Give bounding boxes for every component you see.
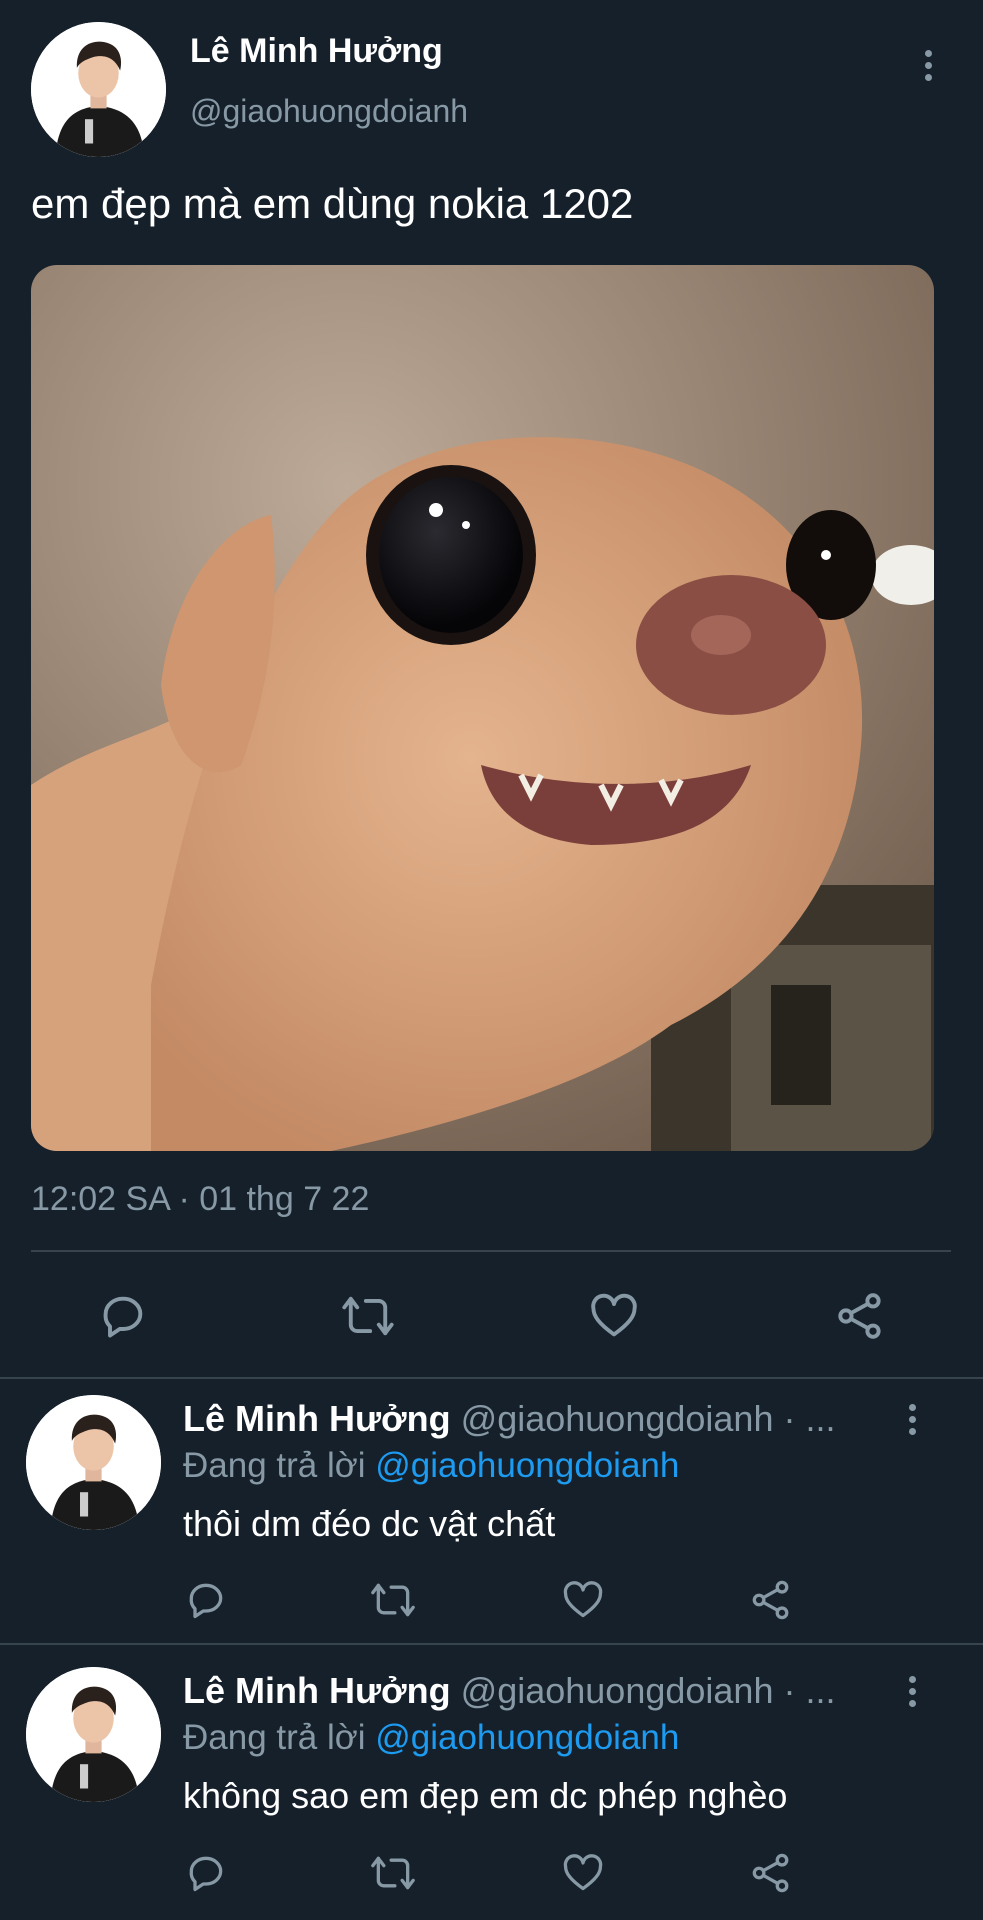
more-options-icon[interactable]: [906, 1404, 918, 1440]
reply-text: không sao em đẹp em dc phép nghèo: [183, 1775, 788, 1816]
more-options-icon[interactable]: [922, 50, 934, 86]
like-icon[interactable]: [561, 1578, 605, 1622]
reply-icon[interactable]: [184, 1578, 228, 1622]
author-handle[interactable]: @giaohuongdoianh: [190, 93, 468, 130]
author-name[interactable]: Lê Minh Hưởng: [183, 1670, 451, 1711]
like-icon[interactable]: [588, 1290, 640, 1342]
timestamp[interactable]: 12:02 SA · 01 thg 7 22: [31, 1180, 369, 1219]
replying-to-mention[interactable]: @giaohuongdoianh: [375, 1718, 679, 1757]
author-name[interactable]: Lê Minh Hưởng: [190, 32, 443, 71]
avatar[interactable]: [26, 1667, 161, 1802]
author-name[interactable]: Lê Minh Hưởng: [183, 1398, 451, 1439]
replying-to-label: Đang trả lời: [183, 1446, 366, 1485]
tweet-image[interactable]: [31, 265, 934, 1151]
avatar[interactable]: [26, 1395, 161, 1530]
section-divider: [0, 1643, 983, 1645]
share-icon[interactable]: [749, 1851, 793, 1895]
share-icon[interactable]: [834, 1290, 886, 1342]
retweet-icon[interactable]: [369, 1578, 417, 1622]
replying-to-label: Đang trả lời: [183, 1718, 366, 1757]
reply-header: Lê Minh Hưởng @giaohuongdoianh · ...: [183, 1398, 835, 1440]
reply-icon[interactable]: [184, 1851, 228, 1895]
timestamp-divider: [31, 1250, 951, 1252]
like-icon[interactable]: [561, 1851, 605, 1895]
reply-text: thôi dm đéo dc vật chất: [183, 1503, 556, 1544]
section-divider: [0, 1377, 983, 1379]
retweet-icon[interactable]: [340, 1290, 396, 1342]
author-handle[interactable]: @giaohuongdoianh · ...: [461, 1398, 836, 1439]
tweet-text: em đẹp mà em dùng nokia 1202: [31, 180, 634, 227]
replying-to-mention[interactable]: @giaohuongdoianh: [375, 1446, 679, 1485]
avatar[interactable]: [31, 22, 166, 157]
replying-to: Đang trả lời @giaohuongdoianh: [183, 1446, 679, 1486]
author-handle[interactable]: @giaohuongdoianh · ...: [461, 1670, 836, 1711]
more-options-icon[interactable]: [906, 1676, 918, 1712]
retweet-icon[interactable]: [369, 1851, 417, 1895]
share-icon[interactable]: [749, 1578, 793, 1622]
replying-to: Đang trả lời @giaohuongdoianh: [183, 1718, 679, 1758]
reply-icon[interactable]: [97, 1290, 149, 1342]
reply-header: Lê Minh Hưởng @giaohuongdoianh · ...: [183, 1670, 835, 1712]
